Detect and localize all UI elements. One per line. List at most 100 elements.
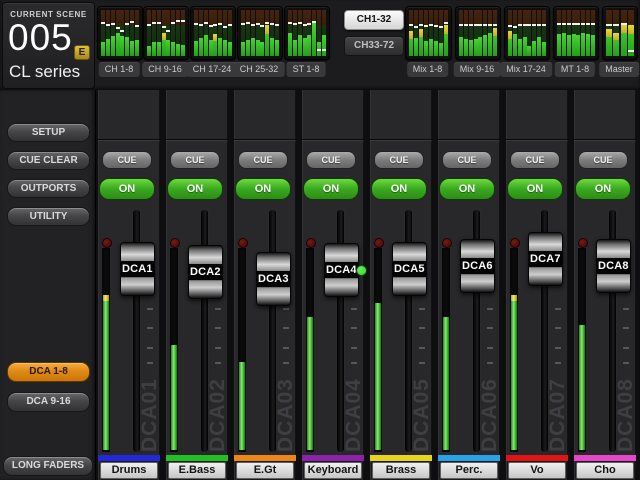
on-button[interactable]: ON — [235, 178, 291, 200]
cue-button[interactable]: CUE — [306, 151, 356, 169]
meter-block-label[interactable]: CH 9-16 — [142, 62, 188, 77]
channel-name[interactable]: E.Gt — [236, 462, 294, 479]
strip-meter — [170, 248, 178, 452]
channel-meter — [147, 10, 151, 56]
meter-level — [120, 36, 124, 56]
channel-meter — [523, 10, 527, 56]
fader-cap[interactable]: DCA7 — [528, 232, 563, 286]
channel-meter — [130, 10, 134, 56]
meter-block-ch-1-8[interactable] — [97, 6, 143, 60]
fader-cap[interactable]: DCA5 — [392, 242, 427, 296]
fader-position-mark — [434, 25, 438, 27]
cue-clear-button[interactable]: CUE CLEAR — [7, 151, 90, 170]
meter-level — [181, 45, 185, 56]
meter-level — [562, 33, 566, 56]
meter-block-label[interactable]: CH 1-8 — [99, 62, 140, 77]
on-button[interactable]: ON — [303, 178, 359, 200]
fader-scale-tick — [351, 308, 357, 310]
channel-meter — [562, 10, 566, 56]
dca-bank-1-8-button[interactable]: DCA 1-8 — [7, 362, 90, 382]
bank-button-ch33-72[interactable]: CH33-72 — [344, 36, 404, 56]
scene-panel: CURRENT SCENE 005 E CL series — [2, 2, 95, 89]
channel-meter — [125, 10, 129, 56]
meter-block-label[interactable]: MT 1-8 — [555, 62, 595, 77]
meter-block-label[interactable]: ST 1-8 — [287, 62, 326, 77]
peak-led — [374, 238, 384, 248]
meter-level — [532, 41, 536, 56]
strip-meter-level — [511, 295, 517, 450]
fader-position-mark — [303, 24, 307, 26]
meter-block-label[interactable]: Mix 17-24 — [500, 62, 552, 77]
cue-button[interactable]: CUE — [578, 151, 628, 169]
fader-position-mark — [518, 24, 522, 26]
cue-button[interactable]: CUE — [238, 151, 288, 169]
channel-name[interactable]: Drums — [100, 462, 158, 479]
scene-edited-badge: E — [74, 45, 90, 60]
outports-button[interactable]: OUTPORTS — [7, 179, 90, 198]
on-button[interactable]: ON — [167, 178, 223, 200]
meter-block-master[interactable] — [602, 6, 638, 60]
meter-block-label[interactable]: Master — [599, 62, 639, 77]
fader-position-mark — [152, 22, 156, 24]
fader-position-mark — [493, 24, 497, 26]
meter-block-label[interactable]: Mix 1-8 — [407, 62, 449, 77]
on-button[interactable]: ON — [575, 178, 631, 200]
fader-position-mark — [116, 27, 120, 29]
setup-button[interactable]: SETUP — [7, 123, 90, 142]
fader-position-mark — [166, 30, 170, 32]
fader-position-mark — [523, 24, 527, 26]
channel-name[interactable]: Cho — [576, 462, 634, 479]
channel-meter — [508, 10, 512, 56]
on-button[interactable]: ON — [99, 178, 155, 200]
utility-button[interactable]: UTILITY — [7, 207, 90, 226]
meter-block-mt-1-8[interactable] — [553, 6, 599, 60]
channel-meter — [557, 10, 561, 56]
cue-button[interactable]: CUE — [102, 151, 152, 169]
fader-track[interactable] — [269, 210, 276, 452]
on-button[interactable]: ON — [507, 178, 563, 200]
fader-cap[interactable]: DCA3 — [256, 252, 291, 306]
long-faders-button[interactable]: LONG FADERS — [3, 456, 93, 476]
meter-block-ch-17-24[interactable] — [190, 6, 236, 60]
meter-level — [567, 35, 571, 56]
cue-button[interactable]: CUE — [510, 151, 560, 169]
fader-cap[interactable]: DCA4 — [324, 243, 359, 297]
channel-name[interactable]: Vo — [508, 462, 566, 479]
meter-level — [288, 33, 292, 56]
fader-cap[interactable]: DCA2 — [188, 245, 223, 299]
fader-position-mark — [557, 23, 561, 25]
fader-cap[interactable]: DCA6 — [460, 239, 495, 293]
fader-position-mark — [194, 23, 198, 25]
meter-block-label[interactable]: Mix 9-16 — [454, 62, 501, 77]
cue-button[interactable]: CUE — [374, 151, 424, 169]
channel-name[interactable]: Keyboard — [304, 462, 362, 479]
meter-block-st-1-8[interactable] — [284, 6, 330, 60]
cue-button[interactable]: CUE — [442, 151, 492, 169]
fader-cap[interactable]: DCA8 — [596, 239, 631, 293]
meter-block-ch-9-16[interactable] — [143, 6, 189, 60]
meter-block-label[interactable]: CH 17-24 — [187, 62, 238, 77]
meter-level — [176, 44, 180, 56]
cue-button[interactable]: CUE — [170, 151, 220, 169]
fader-position-mark — [307, 23, 311, 25]
fader-cap-label: DCA2 — [189, 264, 223, 280]
channel-meter — [166, 10, 170, 56]
bank-button-ch1-32[interactable]: CH1-32 — [344, 10, 404, 30]
fader-cap[interactable]: DCA1 — [120, 242, 155, 296]
on-button[interactable]: ON — [371, 178, 427, 200]
meter-block-ch-25-32[interactable] — [237, 6, 283, 60]
meter-block-mix-17-24[interactable] — [504, 6, 550, 60]
strip-id-watermark: DCA05 — [410, 356, 432, 452]
on-button[interactable]: ON — [439, 178, 495, 200]
channel-name[interactable]: Brass — [372, 462, 430, 479]
channel-meter — [322, 10, 326, 56]
strip-divider — [166, 140, 228, 141]
strip-meter-level — [579, 325, 585, 450]
meter-block-label[interactable]: CH 25-32 — [234, 62, 285, 77]
channel-name[interactable]: E.Bass — [168, 462, 226, 479]
meter-block-mix-1-8[interactable] — [405, 6, 452, 60]
channel-meter — [542, 10, 546, 56]
dca-bank-9-16-button[interactable]: DCA 9-16 — [7, 392, 90, 412]
channel-name[interactable]: Perc. — [440, 462, 498, 479]
meter-block-mix-9-16[interactable] — [455, 6, 501, 60]
